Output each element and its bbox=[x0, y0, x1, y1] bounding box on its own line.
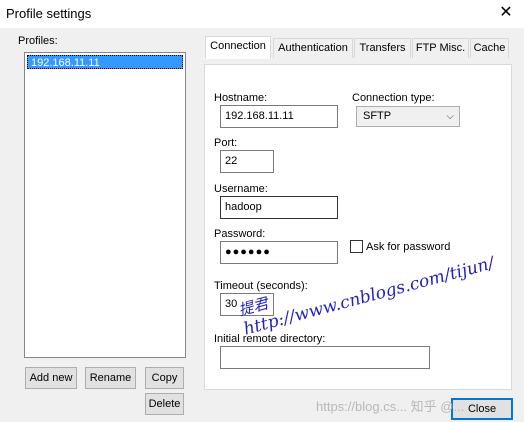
close-button[interactable]: Close bbox=[451, 398, 513, 420]
tab-ftp-misc[interactable]: FTP Misc. bbox=[412, 38, 469, 58]
password-field[interactable]: ●●●●●● bbox=[220, 241, 338, 264]
tab-transfers[interactable]: Transfers bbox=[354, 38, 411, 58]
list-item[interactable]: 192.168.11.11 bbox=[27, 55, 183, 69]
hostname-field[interactable]: 192.168.11.11 bbox=[220, 105, 338, 128]
username-field[interactable]: hadoop bbox=[220, 196, 338, 219]
window-title: Profile settings bbox=[6, 6, 92, 21]
ask-password-label[interactable]: Ask for password bbox=[366, 241, 450, 253]
add-new-button[interactable]: Add new bbox=[25, 367, 77, 389]
remote-directory-label: Initial remote directory: bbox=[214, 333, 326, 345]
title-bar: Profile settings ✕ bbox=[0, 0, 524, 28]
port-field[interactable]: 22 bbox=[220, 150, 274, 173]
port-label: Port: bbox=[214, 137, 238, 149]
connection-type-label: Connection type: bbox=[352, 92, 435, 104]
connection-panel: Hostname: 192.168.11.11 Connection type:… bbox=[204, 64, 512, 390]
connection-type-select[interactable]: SFTP ⌵ bbox=[356, 106, 460, 127]
connection-type-value: SFTP bbox=[363, 110, 392, 122]
tab-connection[interactable]: Connection bbox=[205, 36, 271, 59]
ask-password-checkbox[interactable] bbox=[350, 240, 363, 253]
hostname-label: Hostname: bbox=[214, 92, 268, 104]
timeout-label: Timeout (seconds): bbox=[214, 280, 308, 292]
tab-authentication[interactable]: Authentication bbox=[273, 38, 353, 58]
tab-cache[interactable]: Cache bbox=[470, 38, 509, 58]
rename-button[interactable]: Rename bbox=[85, 367, 136, 389]
profiles-list[interactable]: 192.168.11.11 bbox=[24, 52, 186, 358]
timeout-field[interactable]: 30 bbox=[220, 293, 274, 316]
password-label: Password: bbox=[214, 228, 266, 240]
remote-directory-field[interactable] bbox=[220, 346, 430, 369]
delete-button[interactable]: Delete bbox=[145, 393, 184, 415]
chevron-down-icon: ⌵ bbox=[446, 111, 454, 122]
dialog-body: Profiles: 192.168.11.11 Add new Rename C… bbox=[0, 28, 524, 422]
copy-button[interactable]: Copy bbox=[145, 367, 184, 389]
username-label: Username: bbox=[214, 183, 268, 195]
close-icon[interactable]: ✕ bbox=[494, 2, 518, 24]
profiles-label: Profiles: bbox=[18, 35, 58, 47]
